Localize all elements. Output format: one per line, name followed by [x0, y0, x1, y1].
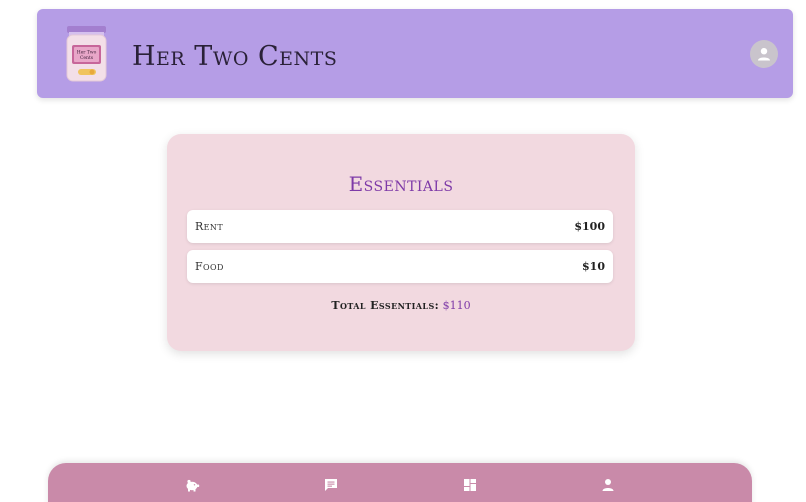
dashboard-icon: [464, 479, 476, 491]
jar-logo: Her Two Cents: [65, 26, 108, 82]
piggy-bank-icon: [186, 479, 200, 492]
card-title: Essentials: [348, 172, 454, 196]
nav-dashboard-button[interactable]: [460, 475, 480, 495]
person-icon: [758, 48, 770, 61]
expense-amount: $100: [574, 220, 605, 233]
essentials-card: Essentials Rent $100 Food $10 Total Esse…: [167, 134, 635, 351]
total-label: Total Essentials:: [331, 299, 440, 312]
expense-amount: $10: [582, 260, 605, 273]
expense-label: Food: [195, 260, 224, 273]
expense-row-rent[interactable]: Rent $100: [187, 210, 613, 243]
total-essentials: Total Essentials: $110: [167, 300, 635, 311]
nav-profile-button[interactable]: [598, 475, 618, 495]
bottom-nav: [48, 463, 752, 502]
expense-row-food[interactable]: Food $10: [187, 250, 613, 283]
user-avatar-button[interactable]: [750, 40, 778, 68]
person-icon: [602, 479, 614, 491]
svg-text:Cents: Cents: [80, 55, 94, 61]
nav-budget-button[interactable]: [182, 475, 202, 495]
svg-text:Her Two: Her Two: [77, 50, 97, 56]
expense-label: Rent: [195, 220, 224, 233]
app-header: Her Two Cents Her Two Cents: [37, 9, 793, 98]
nav-chat-button[interactable]: [321, 475, 341, 495]
app-title: Her Two Cents: [132, 41, 338, 72]
chat-icon: [325, 479, 337, 491]
total-value: $110: [442, 299, 471, 312]
page: Her Two Cents Her Two Cents Essentials R…: [0, 0, 806, 502]
